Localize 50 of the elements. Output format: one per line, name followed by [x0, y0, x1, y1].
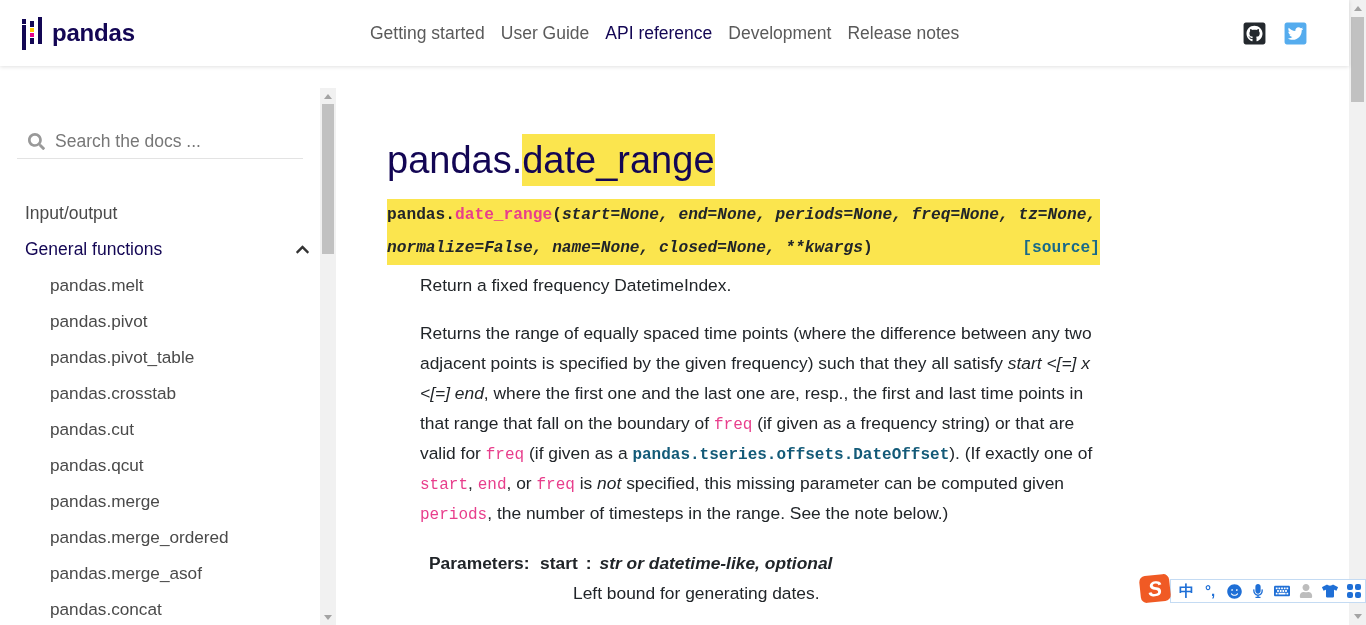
scrollbar-thumb[interactable]: [1351, 17, 1364, 102]
scrollbar[interactable]: [1349, 0, 1366, 625]
sidebar-item[interactable]: Input/output: [25, 202, 118, 224]
sidebar-subitem[interactable]: pandas.merge: [50, 490, 160, 512]
scroll-up-arrow-icon[interactable]: [1353, 6, 1362, 11]
function-signature: pandas.date_range(start=None, end=None, periods=None, freq=None, tz=None, normalize=False, name=None, closed=None, **kwargs) [source]: [387, 199, 1100, 265]
sidebar-subitem[interactable]: pandas.melt: [50, 274, 144, 296]
twitter-icon[interactable]: [1283, 20, 1308, 46]
grid-icon[interactable]: [1347, 584, 1361, 598]
nav-link[interactable]: Release notes: [847, 22, 960, 44]
parameter-type: str or datetime-like, optional: [599, 552, 833, 575]
scroll-up-arrow-icon[interactable]: [324, 93, 332, 99]
keyboard-icon[interactable]: [1274, 583, 1290, 599]
nav-link[interactable]: Getting started: [370, 22, 485, 44]
class-link[interactable]: pandas.tseries.offsets.DateOffset: [632, 446, 950, 464]
nav-link[interactable]: User Guide: [500, 22, 590, 44]
microphone-icon[interactable]: [1251, 584, 1265, 598]
description-text: Returns the range of equally spaced time points (where the difference between any two adjacent points is specified by the given frequency) such that they all satisfy start <[=] x <[=] end, where the first one and the last one are, resp., the first and last time points in that range that fall on the boundary of freq (if given as a frequency string) or that are valid for freq (if given as a pandas.tseries.offsets.DateOffset). (If exactly one of start, end, or freq is not specified, this missing parameter can be computed given periods, the number of timesteps in the range. See the note below.): [420, 322, 1094, 526]
sidebar-item[interactable]: General functions: [25, 238, 163, 260]
scroll-down-arrow-icon[interactable]: [1353, 614, 1362, 619]
search-icon: [28, 133, 45, 150]
nav-link[interactable]: API reference: [605, 22, 713, 44]
sidebar-subitem[interactable]: pandas.pivot: [50, 310, 148, 332]
summary-text: Return a fixed frequency DatetimeIndex.: [420, 274, 733, 297]
sidebar-subitem[interactable]: pandas.crosstab: [50, 382, 177, 404]
search-field[interactable]: Search the docs ...: [17, 125, 303, 159]
punctuation-toggle[interactable]: °,: [1204, 582, 1216, 600]
sidebar-subitem[interactable]: pandas.cut: [50, 418, 135, 440]
scroll-down-arrow-icon[interactable]: [324, 614, 332, 620]
shirt-icon[interactable]: [1322, 583, 1338, 599]
sidebar-subitem[interactable]: pandas.merge_asof: [50, 562, 202, 584]
sidebar-subitem[interactable]: pandas.qcut: [50, 454, 144, 476]
sidebar-subitem[interactable]: pandas.pivot_table: [50, 346, 195, 368]
parameter-separator: :: [585, 552, 592, 575]
page-title: pandas.date_range: [387, 134, 1100, 186]
sidebar-subitem[interactable]: pandas.merge_ordered: [50, 526, 229, 548]
logo-icon[interactable]: [22, 16, 43, 50]
sidebar-subitem[interactable]: pandas.concat: [50, 598, 162, 620]
github-icon[interactable]: [1242, 20, 1267, 46]
parameters-label: Parameters:: [429, 552, 531, 575]
scrollbar[interactable]: [320, 88, 336, 625]
brand-name[interactable]: pandas: [52, 19, 135, 47]
source-link[interactable]: [source]: [1022, 232, 1100, 265]
scrollbar-thumb[interactable]: [322, 104, 334, 254]
nav-link[interactable]: Development: [728, 22, 832, 44]
parameter-description: Left bound for generating dates.: [572, 582, 821, 605]
input-mode-toggle[interactable]: 中: [1178, 582, 1194, 600]
parameter-name: start: [540, 552, 578, 575]
user-icon[interactable]: [1299, 584, 1313, 598]
smiley-icon[interactable]: [1226, 583, 1242, 599]
